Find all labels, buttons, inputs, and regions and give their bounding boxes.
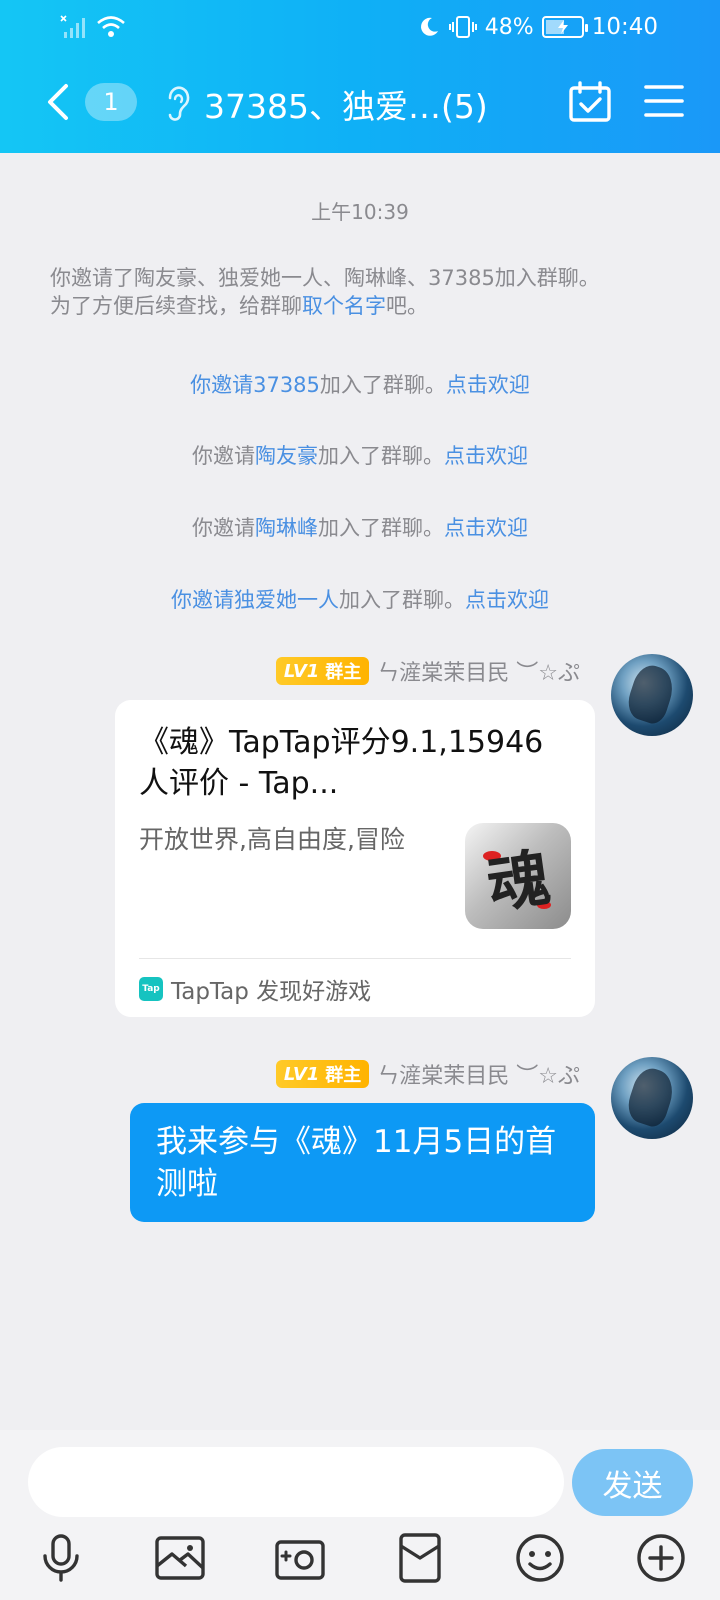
nav-bar: 1 37385、独爱…(5) <box>0 60 720 146</box>
invite-notice: 你邀请陶友豪加入了群聊。点击欢迎 <box>0 440 720 470</box>
invite-notice: 你邀请陶琳峰加入了群聊。点击欢迎 <box>0 512 720 542</box>
calendar-check-icon <box>569 81 611 122</box>
message-bubble[interactable]: 我来参与《魂》11月5日的首测啦 <box>130 1103 595 1222</box>
ear-icon[interactable] <box>162 84 192 122</box>
card-divider <box>139 958 571 959</box>
status-left <box>60 14 126 40</box>
camera-icon <box>275 1540 325 1580</box>
image-icon <box>155 1536 205 1580</box>
taptap-logo-icon: Tap <box>139 977 163 1001</box>
input-bar: 发送 <box>0 1430 720 1600</box>
status-bar: 48% 10:40 <box>0 0 720 55</box>
invitee-link[interactable]: 独爱她一人 <box>234 588 339 612</box>
moon-icon <box>420 17 438 36</box>
role-label: 群主 <box>325 1065 362 1086</box>
chat-header: 48% 10:40 1 37385、独爱…(5) <box>0 0 720 153</box>
vibrate-icon <box>448 16 477 38</box>
name-group-link[interactable]: 取个名字 <box>302 294 386 318</box>
thumbnail-glyph: 魂 <box>482 840 555 922</box>
level-label: LV1 <box>283 660 320 682</box>
invitee-link[interactable]: 陶友豪 <box>255 444 318 468</box>
battery-icon <box>541 16 588 38</box>
role-label: 群主 <box>325 662 362 683</box>
battery-percent: 48% <box>484 14 534 40</box>
plus-icon <box>637 1534 685 1582</box>
send-button[interactable]: 发送 <box>572 1449 693 1516</box>
game-thumbnail: 魂 <box>465 823 571 929</box>
shared-link-card[interactable]: 《魂》TapTap评分9.1,15946 人评价 - Tap... 开放世界,高… <box>115 700 595 1017</box>
invite-notice: 你邀请独爱她一人加入了群聊。点击欢迎 <box>0 584 720 614</box>
sender-name[interactable]: ㄣ滻棠茉目民 ︶☆ぷ <box>377 655 580 687</box>
welcome-link[interactable]: 点击欢迎 <box>444 516 528 540</box>
red-packet-icon <box>399 1533 441 1583</box>
sender-name[interactable]: ㄣ滻棠茉目民 ︶☆ぷ <box>377 1058 580 1090</box>
invite-text: 加入了群聊。 <box>339 588 465 612</box>
invitee-link[interactable]: 陶琳峰 <box>255 516 318 540</box>
inviter-link[interactable]: 你邀请 <box>192 444 255 468</box>
chevron-left-icon <box>48 84 68 120</box>
sender-info: LV1 群主 ㄣ滻棠茉目民 ︶☆ぷ <box>275 655 580 687</box>
inviter-link[interactable]: 你邀请 <box>190 373 253 397</box>
card-description: 开放世界,高自由度,冒险 <box>139 825 405 854</box>
welcome-link[interactable]: 点击欢迎 <box>444 444 528 468</box>
camera-button[interactable] <box>272 1530 328 1586</box>
message-input[interactable] <box>28 1447 564 1517</box>
level-badge: LV1 群主 <box>275 1060 370 1088</box>
input-toolbar <box>0 1530 720 1600</box>
unread-badge[interactable]: 1 <box>85 83 137 121</box>
voice-button[interactable] <box>33 1530 89 1586</box>
calendar-check-button[interactable] <box>568 80 612 124</box>
image-button[interactable] <box>152 1530 208 1586</box>
hamburger-menu-icon <box>644 85 684 117</box>
invite-text: 加入了群聊。 <box>318 516 444 540</box>
welcome-link[interactable]: 点击欢迎 <box>465 588 549 612</box>
emoji-icon <box>516 1534 564 1582</box>
no-signal-icon <box>60 15 85 38</box>
status-right: 48% 10:40 <box>417 14 658 40</box>
avatar[interactable] <box>611 1057 693 1139</box>
more-button[interactable] <box>633 1530 689 1586</box>
level-badge: LV1 群主 <box>275 657 370 685</box>
inviter-link[interactable]: 你邀请 <box>192 516 255 540</box>
invite-text: 加入了群聊。 <box>319 373 446 397</box>
message-timestamp: 上午10:39 <box>311 200 409 224</box>
sender-info: LV1 群主 ㄣ滻棠茉目民 ︶☆ぷ <box>275 1058 580 1090</box>
welcome-link[interactable]: 点击欢迎 <box>446 373 530 397</box>
card-source: Tap TapTap 发现好游戏 <box>139 972 371 1006</box>
card-title: 《魂》TapTap评分9.1,15946 人评价 - Tap... <box>139 725 544 801</box>
clock: 10:40 <box>591 14 658 40</box>
back-button[interactable] <box>38 78 78 126</box>
notice-text: 吧。 <box>386 294 428 318</box>
group-created-notice: 你邀请了陶友豪、独爱她一人、陶琳峰、37385加入群聊。 为了方便后续查找，给群… <box>50 264 680 320</box>
avatar[interactable] <box>611 654 693 736</box>
inviter-link[interactable]: 你邀请 <box>171 588 234 612</box>
mic-icon <box>43 1534 79 1582</box>
menu-button[interactable] <box>643 82 685 120</box>
level-label: LV1 <box>283 1063 320 1085</box>
chat-title[interactable]: 37385、独爱…(5) <box>204 80 488 128</box>
emoji-button[interactable] <box>512 1530 568 1586</box>
source-label: TapTap 发现好游戏 <box>171 979 372 1005</box>
invite-text: 加入了群聊。 <box>318 444 444 468</box>
invite-notice: 你邀请37385加入了群聊。点击欢迎 <box>0 369 720 399</box>
notice-line-2: 为了方便后续查找，给群聊取个名字吧。 <box>50 292 680 320</box>
notice-line-1: 你邀请了陶友豪、独爱她一人、陶琳峰、37385加入群聊。 <box>50 266 600 290</box>
red-packet-button[interactable] <box>392 1530 448 1586</box>
wifi-icon <box>97 16 125 37</box>
invitee-link[interactable]: 37385 <box>253 373 320 397</box>
notice-text: 为了方便后续查找，给群聊 <box>50 294 302 318</box>
